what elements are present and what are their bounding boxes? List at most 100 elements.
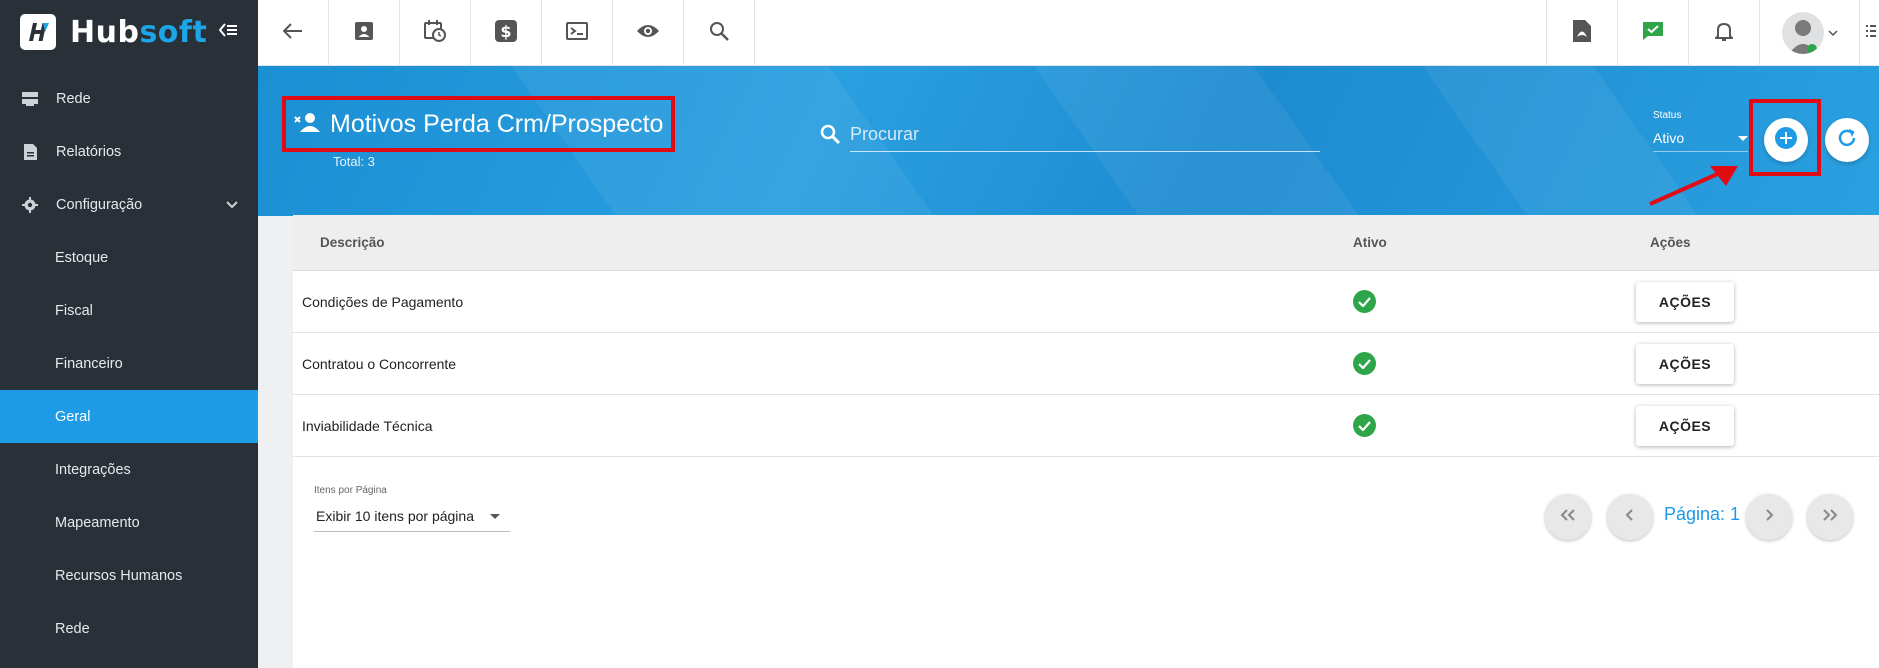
plus-circle-icon (1774, 126, 1798, 155)
sidebar-item-rede[interactable]: Rede (0, 72, 258, 125)
sidebar-item-label: Recursos Humanos (55, 567, 183, 584)
search-input[interactable] (850, 124, 1320, 145)
column-header-acoes: Ações (1650, 235, 1691, 250)
total-count: Total: 3 (333, 154, 375, 169)
sidebar-item-fiscal[interactable]: Fiscal (0, 284, 258, 337)
calendar-clock-icon (424, 19, 446, 47)
chevron-left-icon (1625, 508, 1635, 526)
chat-button[interactable] (1617, 0, 1688, 66)
active-status (1353, 352, 1650, 375)
per-page-label: Itens por Página (314, 485, 387, 496)
row-descricao: Condições de Pagamento (302, 293, 464, 310)
pdf-icon (1573, 19, 1591, 47)
row-descricao: Inviabilidade Técnica (302, 417, 433, 434)
avatar (1781, 12, 1824, 54)
sidebar-item-configuracao[interactable]: Configuração (0, 178, 258, 231)
financial-button[interactable]: $ (471, 0, 542, 66)
sidebar: Hubsoft Rede Relatórios Configuração Est… (0, 0, 258, 668)
status-select[interactable]: Ativo (1653, 126, 1748, 152)
actions-button[interactable]: AÇÕES (1636, 405, 1734, 446)
document-icon (22, 143, 38, 160)
row-descricao: Contratou o Concorrente (302, 355, 457, 372)
dropdown-arrow-icon (490, 514, 500, 519)
sidebar-item-label: Relatórios (56, 143, 122, 160)
chevron-down-icon (1827, 24, 1838, 42)
eye-icon (636, 23, 660, 44)
table-row[interactable]: Condições de Pagamento AÇÕES (293, 271, 1879, 333)
sidebar-item-rede-sub[interactable]: Rede (0, 602, 258, 655)
status-value: Ativo (1653, 130, 1685, 146)
terminal-icon (566, 21, 588, 45)
hubsoft-logo-icon[interactable] (20, 14, 56, 50)
search-button[interactable] (684, 0, 755, 66)
double-chevron-left-icon (1560, 508, 1576, 526)
sidebar-item-label: Configuração (56, 196, 143, 213)
double-chevron-right-icon (1822, 508, 1838, 526)
sidebar-item-financeiro[interactable]: Financeiro (0, 337, 258, 390)
notifications-button[interactable] (1688, 0, 1759, 66)
search-bar (820, 118, 1320, 152)
refresh-button[interactable] (1825, 118, 1869, 162)
contacts-button[interactable] (329, 0, 400, 66)
previous-page-button[interactable] (1607, 494, 1653, 540)
brand: Hubsoft (0, 0, 258, 64)
chevron-down-icon (226, 197, 238, 213)
back-arrow-icon (282, 22, 303, 44)
gear-icon (22, 196, 38, 213)
actions-button[interactable]: AÇÕES (1636, 281, 1734, 322)
check-circle-icon (1353, 290, 1376, 313)
status-label: Status (1653, 110, 1682, 121)
sidebar-item-estoque[interactable]: Estoque (0, 231, 258, 284)
per-page-select[interactable]: Exibir 10 itens por página (314, 508, 510, 532)
next-page-button[interactable] (1746, 494, 1792, 540)
page-title: Motivos Perda Crm/Prospecto (330, 109, 664, 138)
column-header-descricao[interactable]: Descrição (293, 235, 1353, 250)
page-header: Motivos Perda Crm/Prospecto Total: 3 Sta… (258, 66, 1879, 216)
sidebar-item-label: Financeiro (55, 355, 123, 372)
back-button[interactable] (258, 0, 329, 66)
check-circle-icon (1353, 352, 1376, 375)
active-status (1353, 290, 1650, 313)
server-icon (22, 91, 38, 107)
title-highlight-box: Motivos Perda Crm/Prospecto (282, 96, 676, 152)
per-page-value: Exibir 10 itens por página (316, 508, 474, 524)
top-toolbar: $ (258, 0, 1879, 66)
sidebar-menu: Rede Relatórios Configuração Estoque Fis… (0, 72, 258, 655)
sidebar-item-integracoes[interactable]: Integrações (0, 443, 258, 496)
pdf-button[interactable] (1546, 0, 1617, 66)
sidebar-item-relatorios[interactable]: Relatórios (0, 125, 258, 178)
search-icon (820, 124, 841, 149)
sidebar-item-label: Rede (55, 620, 90, 637)
schedule-button[interactable] (400, 0, 471, 66)
sidebar-item-mapeamento[interactable]: Mapeamento (0, 496, 258, 549)
dropdown-arrow-icon (1738, 136, 1748, 141)
list-menu-button[interactable] (1859, 0, 1879, 66)
content-card: Descrição Ativo Ações Condições de Pagam… (293, 215, 1879, 668)
sidebar-item-label: Estoque (55, 249, 109, 266)
chat-check-icon (1642, 21, 1664, 46)
terminal-button[interactable] (542, 0, 613, 66)
first-page-button[interactable] (1545, 494, 1591, 540)
user-menu[interactable] (1759, 0, 1859, 66)
table-header: Descrição Ativo Ações (293, 215, 1879, 271)
actions-button[interactable]: AÇÕES (1636, 343, 1734, 384)
sidebar-item-label: Integrações (55, 461, 131, 478)
column-header-ativo[interactable]: Ativo (1353, 235, 1650, 250)
active-status (1353, 414, 1650, 437)
sidebar-item-label: Mapeamento (55, 514, 140, 531)
check-circle-icon (1353, 414, 1376, 437)
brand-name: Hubsoft (70, 14, 208, 50)
table-row[interactable]: Contratou o Concorrente AÇÕES (293, 333, 1879, 395)
contact-card-icon (354, 21, 374, 46)
table-row[interactable]: Inviabilidade Técnica AÇÕES (293, 395, 1879, 457)
last-page-button[interactable] (1807, 494, 1853, 540)
view-button[interactable] (613, 0, 684, 66)
search-icon (709, 21, 729, 46)
sidebar-item-geral[interactable]: Geral (0, 390, 258, 443)
collapse-sidebar-icon[interactable] (219, 22, 238, 42)
annotation-arrow (1649, 166, 1738, 206)
sidebar-item-recursos-humanos[interactable]: Recursos Humanos (0, 549, 258, 602)
sidebar-item-label: Geral (55, 408, 91, 425)
top-right-actions (1546, 0, 1879, 66)
add-button[interactable] (1764, 118, 1808, 162)
